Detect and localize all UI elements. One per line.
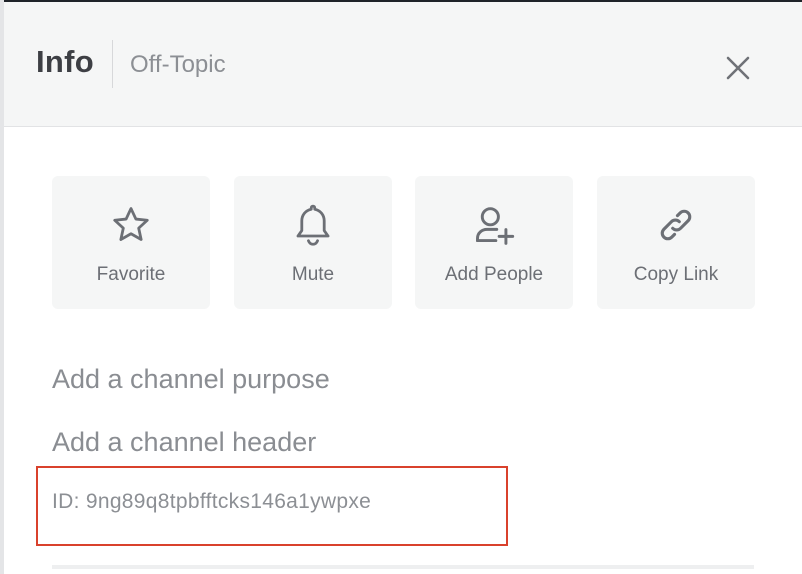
add-user-icon bbox=[476, 207, 515, 245]
header-divider bbox=[112, 40, 113, 88]
add-people-button[interactable]: Add People bbox=[415, 176, 573, 309]
mute-label: Mute bbox=[291, 264, 335, 285]
panel-header: Info Off-Topic bbox=[4, 2, 802, 127]
add-people-label: Add People bbox=[444, 264, 544, 285]
channel-name: Off-Topic bbox=[130, 51, 226, 78]
copy-link-label: Copy Link bbox=[633, 264, 719, 285]
highlight-box bbox=[36, 466, 508, 546]
copy-link-button[interactable]: Copy Link bbox=[597, 176, 755, 309]
favorite-button[interactable]: Favorite bbox=[52, 176, 210, 309]
favorite-label: Favorite bbox=[96, 264, 166, 285]
close-button[interactable] bbox=[720, 52, 756, 84]
section-divider bbox=[52, 565, 754, 569]
star-icon bbox=[113, 207, 149, 241]
panel-title: Info bbox=[36, 44, 95, 79]
channel-header-field[interactable]: Add a channel header bbox=[52, 427, 316, 458]
mute-button[interactable]: Mute bbox=[234, 176, 392, 309]
link-icon bbox=[660, 209, 692, 241]
close-icon bbox=[726, 56, 750, 80]
bell-icon bbox=[296, 204, 330, 246]
channel-info-panel: Info Off-Topic Favorite Mute Add People … bbox=[0, 0, 802, 574]
channel-purpose-field[interactable]: Add a channel purpose bbox=[52, 364, 330, 395]
